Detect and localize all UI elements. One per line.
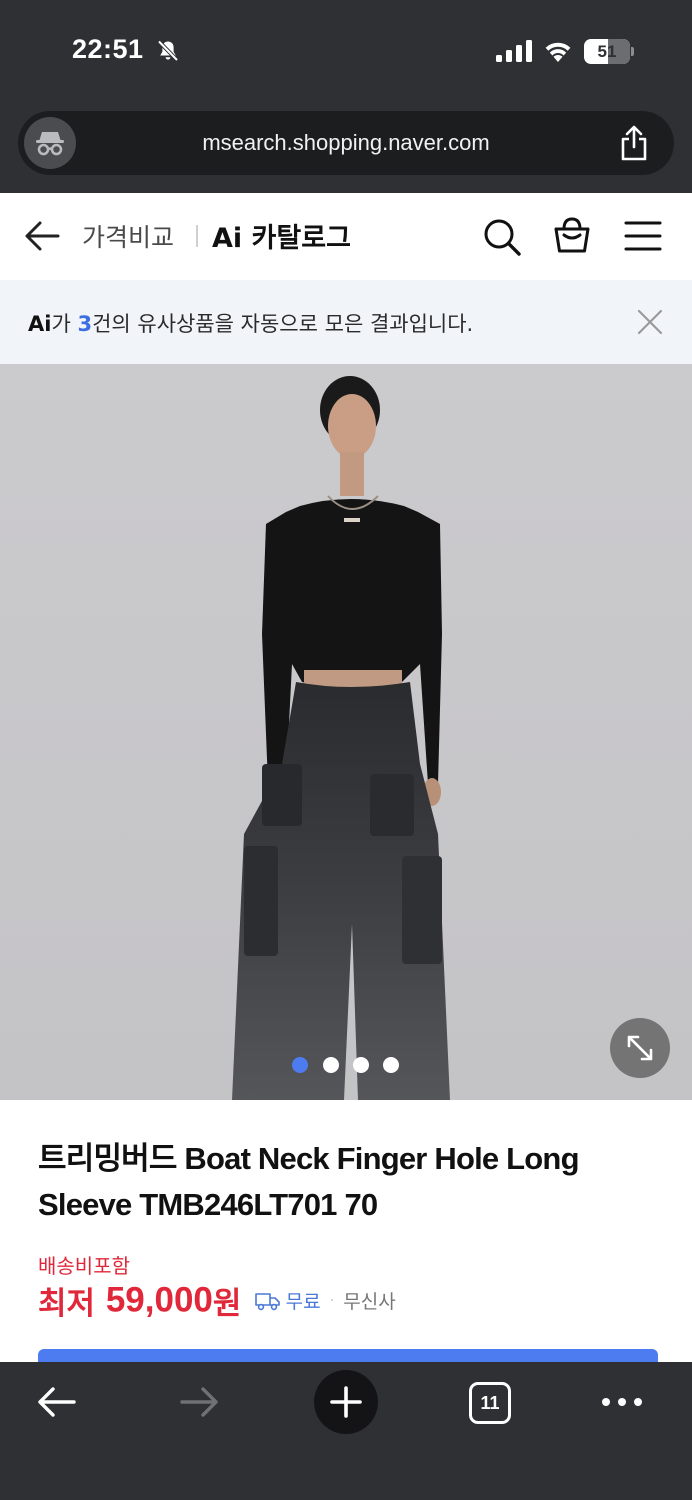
tab-count-button[interactable]: 11 xyxy=(469,1382,511,1424)
category-link[interactable]: 가격비교 xyxy=(82,218,174,254)
shopping-bag-icon[interactable] xyxy=(552,215,592,255)
battery-icon: 51 xyxy=(584,39,634,64)
plus-icon xyxy=(330,1386,362,1418)
browser-forward-icon[interactable] xyxy=(180,1384,220,1420)
product-title: 트리밍버드 Boat Neck Finger Hole Long Sleeve … xyxy=(38,1141,580,1222)
price-unit: 원 xyxy=(212,1286,242,1322)
shipping-included-note: 배송비포함 xyxy=(38,1254,130,1278)
carousel-dot-1[interactable] xyxy=(292,1057,308,1073)
lowest-price-label: 최저 xyxy=(38,1286,106,1322)
address-bar[interactable]: msearch.shopping.naver.com xyxy=(18,111,674,175)
page-title: Ai 카탈로그 xyxy=(212,223,351,254)
carousel-dot-2[interactable] xyxy=(323,1057,339,1073)
browser-toolbar: 11 xyxy=(0,1362,692,1500)
product-photo xyxy=(0,364,692,1100)
banner-ai: Ai xyxy=(28,312,52,336)
price-row: 최저 59,000원 무료 · 무신사 xyxy=(38,1278,396,1323)
free-delivery-label: 무료 xyxy=(285,1291,321,1313)
browser-back-icon[interactable] xyxy=(36,1384,76,1420)
wifi-icon xyxy=(545,42,571,62)
nav-divider xyxy=(196,225,198,247)
primary-cta-button[interactable] xyxy=(38,1349,658,1363)
product-image-carousel[interactable] xyxy=(0,364,692,1100)
expand-icon xyxy=(627,1035,653,1061)
carousel-dot-4[interactable] xyxy=(383,1057,399,1073)
more-icon[interactable] xyxy=(600,1392,644,1412)
banner-pre: 가 xyxy=(51,312,78,336)
banner-count: 3 xyxy=(77,312,93,336)
price-value: 59,000 xyxy=(105,1280,213,1320)
share-icon[interactable] xyxy=(618,125,650,161)
ai-notice-banner: Ai가 3건의 유사상품을 자동으로 모은 결과입니다. xyxy=(0,280,692,364)
banner-post: 건의 유사상품을 자동으로 모은 결과입니다. xyxy=(92,312,474,336)
truck-icon xyxy=(254,1292,280,1310)
url-text: msearch.shopping.naver.com xyxy=(202,130,490,155)
carousel-dot-3[interactable] xyxy=(353,1057,369,1073)
browser-address-area: msearch.shopping.naver.com xyxy=(0,104,692,193)
separator-dot: · xyxy=(329,1292,335,1309)
status-bar: 22:51 51 xyxy=(0,0,692,104)
signal-icon xyxy=(496,40,532,62)
search-icon[interactable] xyxy=(482,217,522,257)
bell-off-icon xyxy=(157,40,179,62)
battery-level: 51 xyxy=(597,42,617,61)
seller-name[interactable]: 무신사 xyxy=(343,1291,395,1313)
menu-icon[interactable] xyxy=(624,220,662,252)
expand-image-button[interactable] xyxy=(610,1018,670,1078)
new-tab-button[interactable] xyxy=(314,1370,378,1434)
status-time: 22:51 xyxy=(72,34,144,64)
close-icon[interactable] xyxy=(636,308,664,336)
banner-text: Ai가 3건의 유사상품을 자동으로 모은 결과입니다. xyxy=(28,308,473,338)
back-arrow-icon[interactable] xyxy=(24,219,60,253)
page-header: 가격비교 Ai 카탈로그 xyxy=(0,193,692,280)
